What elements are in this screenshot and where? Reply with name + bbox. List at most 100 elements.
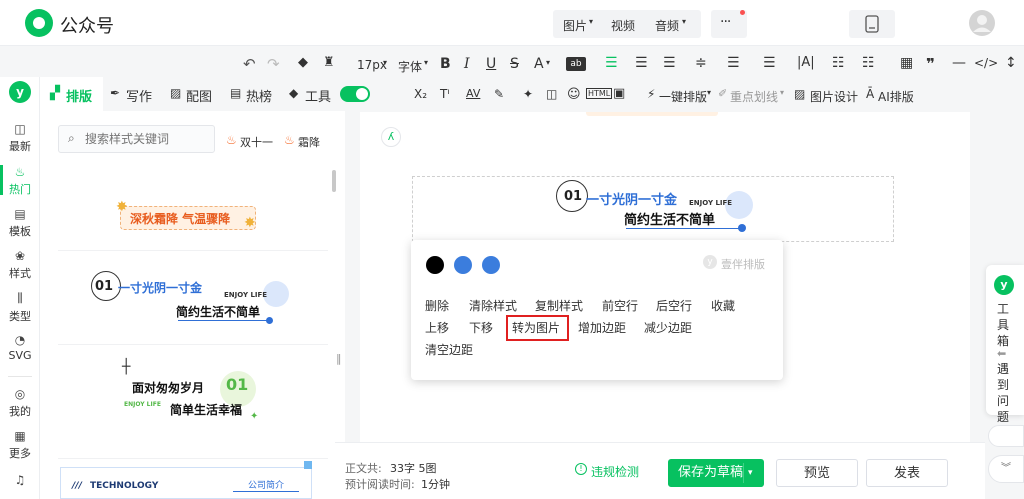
toggle-switch[interactable] [340, 86, 370, 102]
background-color-icon[interactable]: ab [566, 57, 586, 71]
action-blank-before[interactable]: 前空行 [602, 297, 638, 314]
compliance-check-link[interactable]: 违规检测 [591, 463, 639, 480]
panel-scrollbar[interactable] [332, 170, 336, 192]
eraser-icon[interactable]: ◆ [298, 55, 308, 70]
subscript-icon[interactable]: X₂ [414, 87, 427, 101]
image-design-button[interactable]: 图片设计 [810, 88, 858, 105]
italic-button[interactable]: I [464, 56, 470, 72]
template-item[interactable]: ✸ 深秋霜降 气温骤降 ✸ [58, 169, 328, 251]
tab-hotlist[interactable]: 热榜 [246, 86, 272, 105]
magic-wand-icon[interactable]: ✦ [523, 87, 533, 101]
code-icon[interactable]: </> [974, 56, 998, 70]
letter-spacing-icon[interactable]: |A| [797, 55, 815, 70]
color-swatch[interactable] [426, 256, 444, 274]
fire-icon: ♨ [284, 133, 295, 147]
search-input[interactable] [85, 130, 210, 148]
search-box[interactable]: ⌕ [58, 125, 215, 153]
line-height-icon[interactable]: ≑ [695, 55, 707, 71]
pen-icon: ✒ [110, 86, 121, 100]
align-left-icon[interactable]: ☰ [605, 55, 618, 71]
html-icon[interactable]: HTML [586, 88, 613, 99]
one-click-layout-button[interactable]: 一键排版 [659, 88, 707, 105]
action-clear-margin[interactable]: 清空边距 [425, 341, 473, 358]
ai-layout-button[interactable]: AI排版 [878, 88, 914, 105]
avatar[interactable] [969, 10, 995, 36]
indent-icon[interactable]: ☰ [763, 55, 776, 71]
format-painter-icon[interactable]: ♜ [323, 55, 335, 70]
rail-item-hot[interactable]: ♨ 热门 [0, 165, 40, 197]
rail-item-newest[interactable]: ◫ 最新 [0, 122, 40, 154]
preview-button[interactable]: 预览 [776, 459, 858, 487]
rail-item-svg[interactable]: ◔ SVG [0, 333, 40, 362]
action-clear-style[interactable]: 清除样式 [469, 297, 517, 314]
color-swatch[interactable] [482, 256, 500, 274]
hot-tag-2[interactable]: 霜降 [298, 134, 320, 150]
hot-tag-1[interactable]: 双十一 [240, 134, 273, 150]
nav-image[interactable]: 图片 [563, 17, 587, 34]
nav-audio[interactable]: 音频 [655, 17, 679, 34]
kerning-icon[interactable]: AV [466, 87, 480, 100]
emphasis-mark-icon[interactable]: ✎ [494, 87, 504, 101]
bold-button[interactable]: B [440, 56, 451, 72]
action-increase-margin[interactable]: 增加边距 [578, 319, 626, 336]
format-toolbar-row1: ↶ ↷ ◆ ♜ 17px ▾ 字体 ▾ B I U S A ▾ ab ☰ ☰ ☰… [230, 55, 1024, 77]
unordered-list-icon[interactable]: ☷ [862, 55, 875, 71]
tab-images[interactable]: 配图 [186, 86, 212, 105]
fullscreen-icon[interactable]: ↕ [1005, 55, 1017, 71]
rail-item-type[interactable]: ⫼ 类型 [0, 291, 40, 324]
plugin-float-icon[interactable]: ʎ [381, 127, 401, 147]
action-delete[interactable]: 删除 [425, 297, 449, 314]
collapse-chevron-icon[interactable]: ︾ [988, 455, 1024, 483]
chevron-down-icon: ▾ [383, 58, 388, 67]
tab-layout[interactable]: ▞ 排版 [40, 77, 103, 111]
publish-button[interactable]: 发表 [866, 459, 948, 487]
tab-writing[interactable]: 写作 [126, 86, 152, 105]
selected-block[interactable]: 01 一寸光阴一寸金 ENJOY LIFE 简约生活不简单 [412, 176, 894, 242]
highlight-pen-icon: ✐ [718, 87, 728, 100]
action-move-up[interactable]: 上移 [425, 319, 449, 336]
font-color-button[interactable]: A [534, 56, 544, 72]
nav-video[interactable]: 视频 [611, 17, 635, 34]
partner-logo-icon: y [703, 255, 717, 269]
template-item[interactable]: ┼ 面对匆匆岁月 01 ENJOY LIFE 简单生活幸福 ✦ [58, 345, 328, 459]
color-swatch[interactable] [454, 256, 472, 274]
template-item[interactable]: 01 一寸光阴一寸金 ENJOY LIFE 简约生活不简单 [58, 251, 328, 345]
font-family-select[interactable]: 字体 [398, 58, 422, 75]
feedback-button[interactable]: 遇到问题 [997, 361, 1011, 425]
left-rail: y ◫ 最新 ♨ 热门 ▤ 模板 ❀ 样式 ⫼ 类型 ◔ SVG ◎ 我的 ▦ 更多 ♫ [0, 77, 40, 499]
ordered-list-icon[interactable]: ☷ [832, 55, 845, 71]
action-decrease-margin[interactable]: 减少边距 [644, 319, 692, 336]
rail-item-more[interactable]: ▦ 更多 [0, 429, 40, 461]
rail-item-mine[interactable]: ◎ 我的 [0, 387, 40, 419]
toolbox-button[interactable]: 工具箱 [997, 301, 1011, 349]
divider-icon[interactable]: — [952, 55, 966, 71]
undo-icon[interactable]: ↶ [243, 55, 256, 73]
paragraph-spacing-icon[interactable]: ☰ [727, 55, 740, 71]
strikethrough-button[interactable]: S [510, 56, 519, 72]
toolbox-icon[interactable]: ▣ [613, 86, 625, 101]
table-icon[interactable]: ▦ [900, 55, 913, 71]
align-right-icon[interactable]: ☰ [663, 55, 676, 71]
superscript-icon[interactable]: Tᴵ [440, 87, 450, 101]
rail-item-template[interactable]: ▤ 模板 [0, 207, 40, 239]
resize-handle-icon[interactable]: ‖ [336, 352, 342, 365]
save-draft-button[interactable]: 保存为草稿 ▾ [668, 459, 764, 487]
align-center-icon[interactable]: ☰ [635, 55, 648, 71]
svg-icon: ◔ [14, 333, 26, 347]
underline-button[interactable]: U [486, 56, 496, 72]
highlight-line-button[interactable]: 重点划线 [730, 88, 778, 105]
action-convert-to-image[interactable]: 转为图片 [512, 319, 560, 336]
template-item[interactable]: /// TECHNOLOGY 公司简介 [58, 461, 328, 499]
newest-icon: ◫ [14, 122, 26, 136]
tab-tools[interactable]: 工具 [305, 86, 331, 105]
action-favorite[interactable]: 收藏 [711, 297, 735, 314]
action-blank-after[interactable]: 后空行 [656, 297, 692, 314]
action-copy-style[interactable]: 复制样式 [535, 297, 583, 314]
quote-icon[interactable]: ❞ [926, 55, 935, 73]
rail-item-style[interactable]: ❀ 样式 [0, 249, 40, 281]
headset-icon[interactable]: ♫ [0, 473, 40, 489]
chart-icon[interactable]: ◫ [546, 87, 557, 101]
action-move-down[interactable]: 下移 [469, 319, 493, 336]
redo-icon[interactable]: ↷ [267, 55, 280, 73]
emoji-icon[interactable]: ☺ [567, 87, 581, 102]
